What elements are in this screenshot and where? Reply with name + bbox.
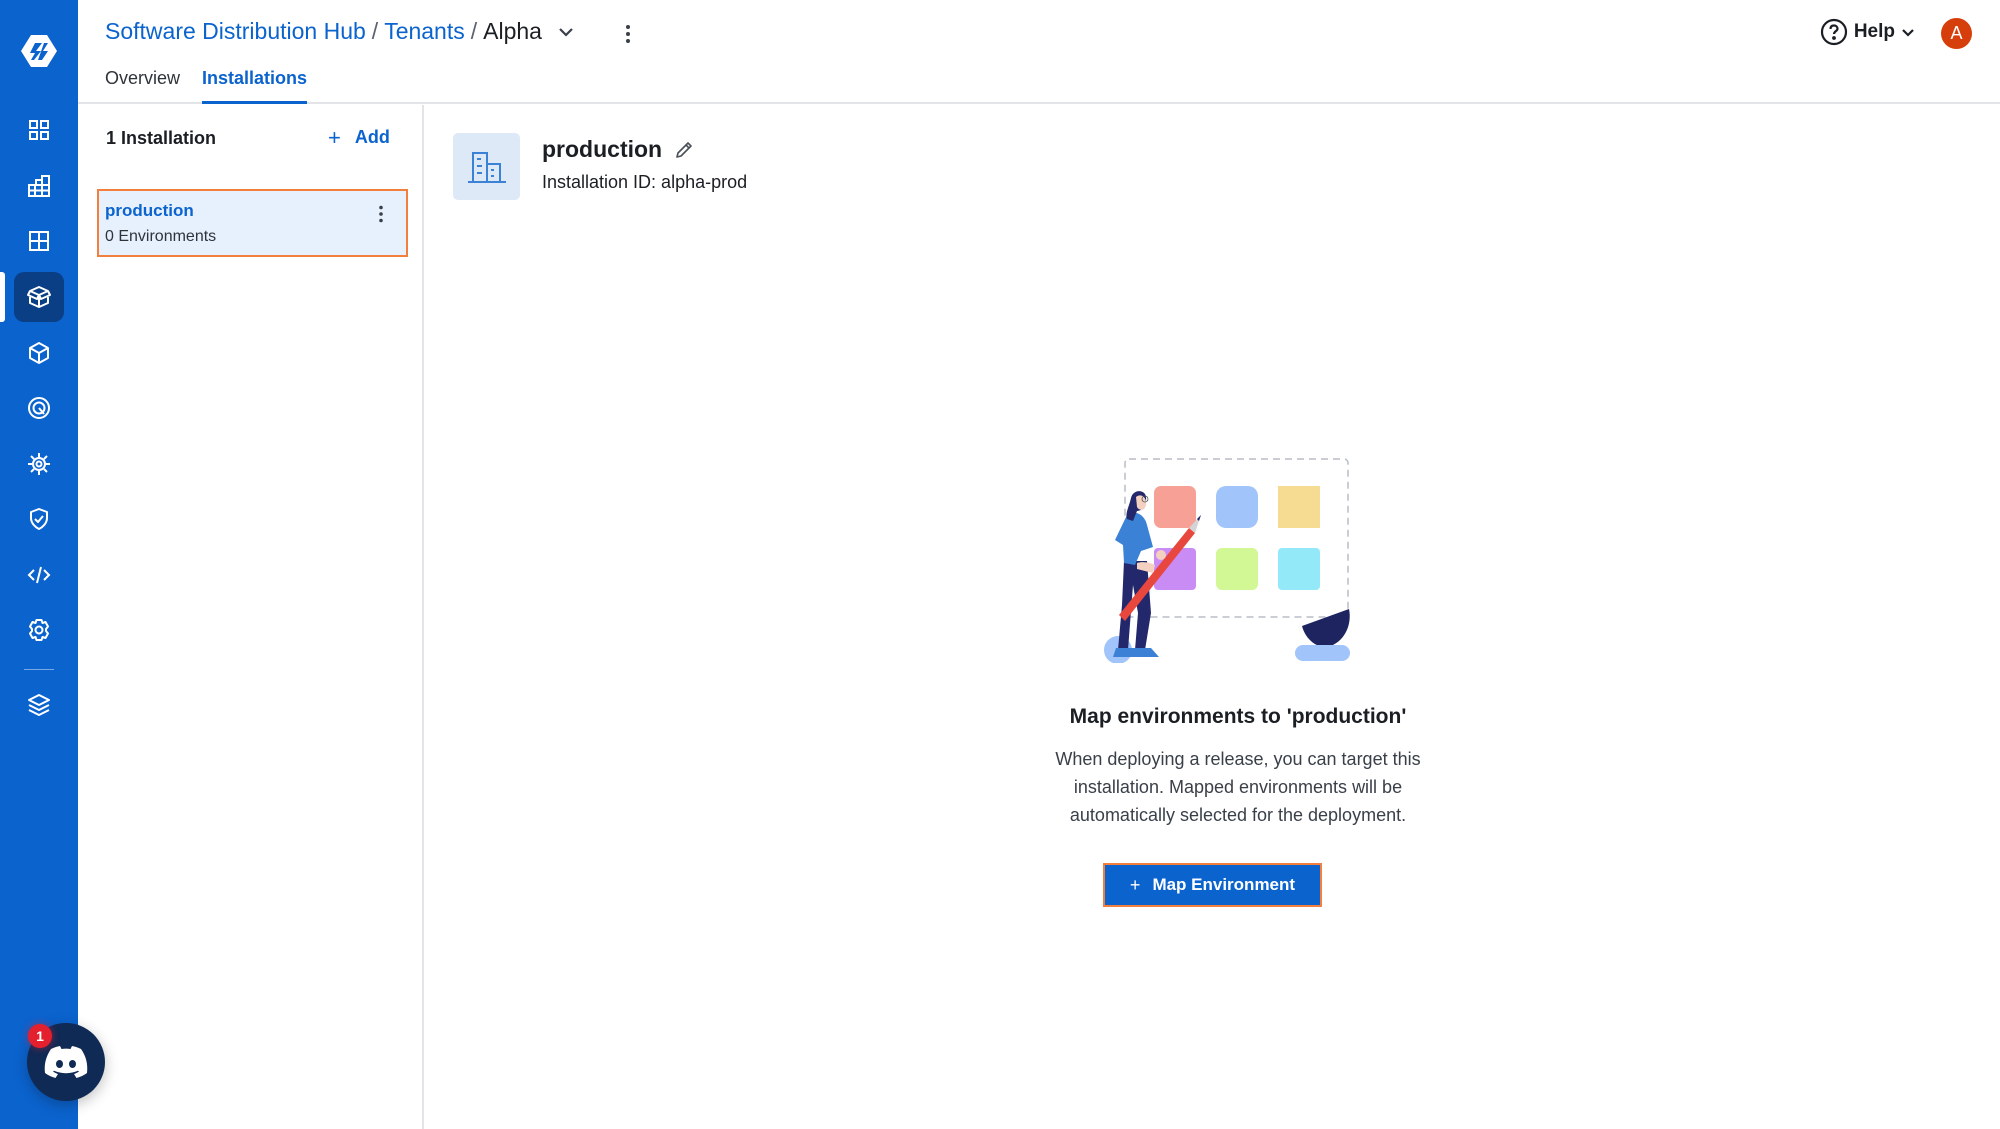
tenant-switcher-chevron-icon[interactable] <box>556 22 576 42</box>
chat-notification-badge: 1 <box>28 1024 52 1048</box>
nav-grid[interactable] <box>14 216 64 266</box>
add-label: Add <box>354 127 390 147</box>
empty-state-illustration <box>1104 458 1350 663</box>
installation-detail: production Installation ID: alpha-prod M… <box>426 105 2000 1129</box>
nav-dashboard[interactable] <box>14 105 64 155</box>
open-box-icon <box>27 286 51 308</box>
map-environment-label: Map Environment <box>1152 875 1296 894</box>
nav-installations[interactable] <box>14 272 64 322</box>
installations-panel: 1 Installation + Add production 0 Enviro… <box>78 105 424 1129</box>
installation-id: Installation ID: alpha-prod <box>542 172 748 192</box>
settings-icon <box>29 619 49 641</box>
tab-overview[interactable]: Overview <box>105 68 180 104</box>
map-environment-button[interactable]: + Map Environment <box>1103 863 1322 907</box>
sidebar <box>0 0 78 1129</box>
nav-sun-gear[interactable] <box>14 439 64 489</box>
nav-radar[interactable] <box>14 383 64 433</box>
breadcrumb: Software Distribution Hub / Tenants / Al… <box>105 18 576 45</box>
help-label: Help <box>1853 21 1895 42</box>
cube-icon <box>29 342 49 364</box>
breadcrumb-link-hub[interactable]: Software Distribution Hub <box>105 18 366 45</box>
installation-name: production <box>105 201 194 220</box>
add-installation-button[interactable]: + Add <box>328 124 390 150</box>
nav-cube[interactable] <box>14 328 64 378</box>
building-icon <box>467 151 506 183</box>
grid-icon <box>29 231 49 251</box>
help-menu-button[interactable]: Help <box>1820 18 1915 46</box>
nav-divider <box>24 669 54 670</box>
radar-icon <box>28 397 50 419</box>
logo-icon[interactable] <box>18 30 60 72</box>
tabs: Overview Installations <box>105 68 308 104</box>
nav-security[interactable] <box>14 494 64 544</box>
sun-gear-icon <box>28 453 50 475</box>
edit-pencil-icon[interactable] <box>674 140 694 160</box>
installation-title-text: production <box>542 136 663 162</box>
help-icon <box>1820 18 1847 46</box>
installation-icon-box <box>453 133 520 200</box>
code-icon <box>27 566 51 584</box>
installation-options-icon[interactable] <box>376 204 386 224</box>
active-nav-indicator <box>0 272 5 322</box>
empty-state-description: When deploying a release, you can target… <box>1055 749 1421 825</box>
breadcrumb-separator: / <box>470 18 478 44</box>
dashboard-icon <box>29 120 49 140</box>
more-options-icon[interactable] <box>618 22 638 46</box>
nav-layers[interactable] <box>14 680 64 730</box>
layers-icon <box>28 694 50 716</box>
plus-icon: + <box>1129 874 1141 895</box>
breadcrumb-current-tenant: Alpha <box>483 18 542 44</box>
chart-grid-icon <box>28 175 50 197</box>
plus-icon: + <box>328 124 341 150</box>
breadcrumb-link-tenants[interactable]: Tenants <box>384 18 465 45</box>
shield-check-icon <box>30 508 48 530</box>
user-avatar[interactable]: A <box>1941 18 1972 49</box>
nav-code[interactable] <box>14 550 64 600</box>
installation-title: production <box>542 136 694 163</box>
chevron-down-icon <box>1902 29 1914 37</box>
nav-chart-grid[interactable] <box>14 161 64 211</box>
nav-settings[interactable] <box>14 605 64 655</box>
discord-icon <box>44 1046 88 1078</box>
header: Software Distribution Hub / Tenants / Al… <box>78 0 2000 104</box>
breadcrumb-separator: / <box>371 18 379 44</box>
installation-count: 1 Installation <box>106 128 217 148</box>
installation-environment-count: 0 Environments <box>105 228 217 245</box>
tab-installations[interactable]: Installations <box>202 68 308 104</box>
installation-list-item[interactable]: production 0 Environments <box>97 189 408 257</box>
empty-state-title: Map environments to 'production' <box>1069 705 1407 728</box>
